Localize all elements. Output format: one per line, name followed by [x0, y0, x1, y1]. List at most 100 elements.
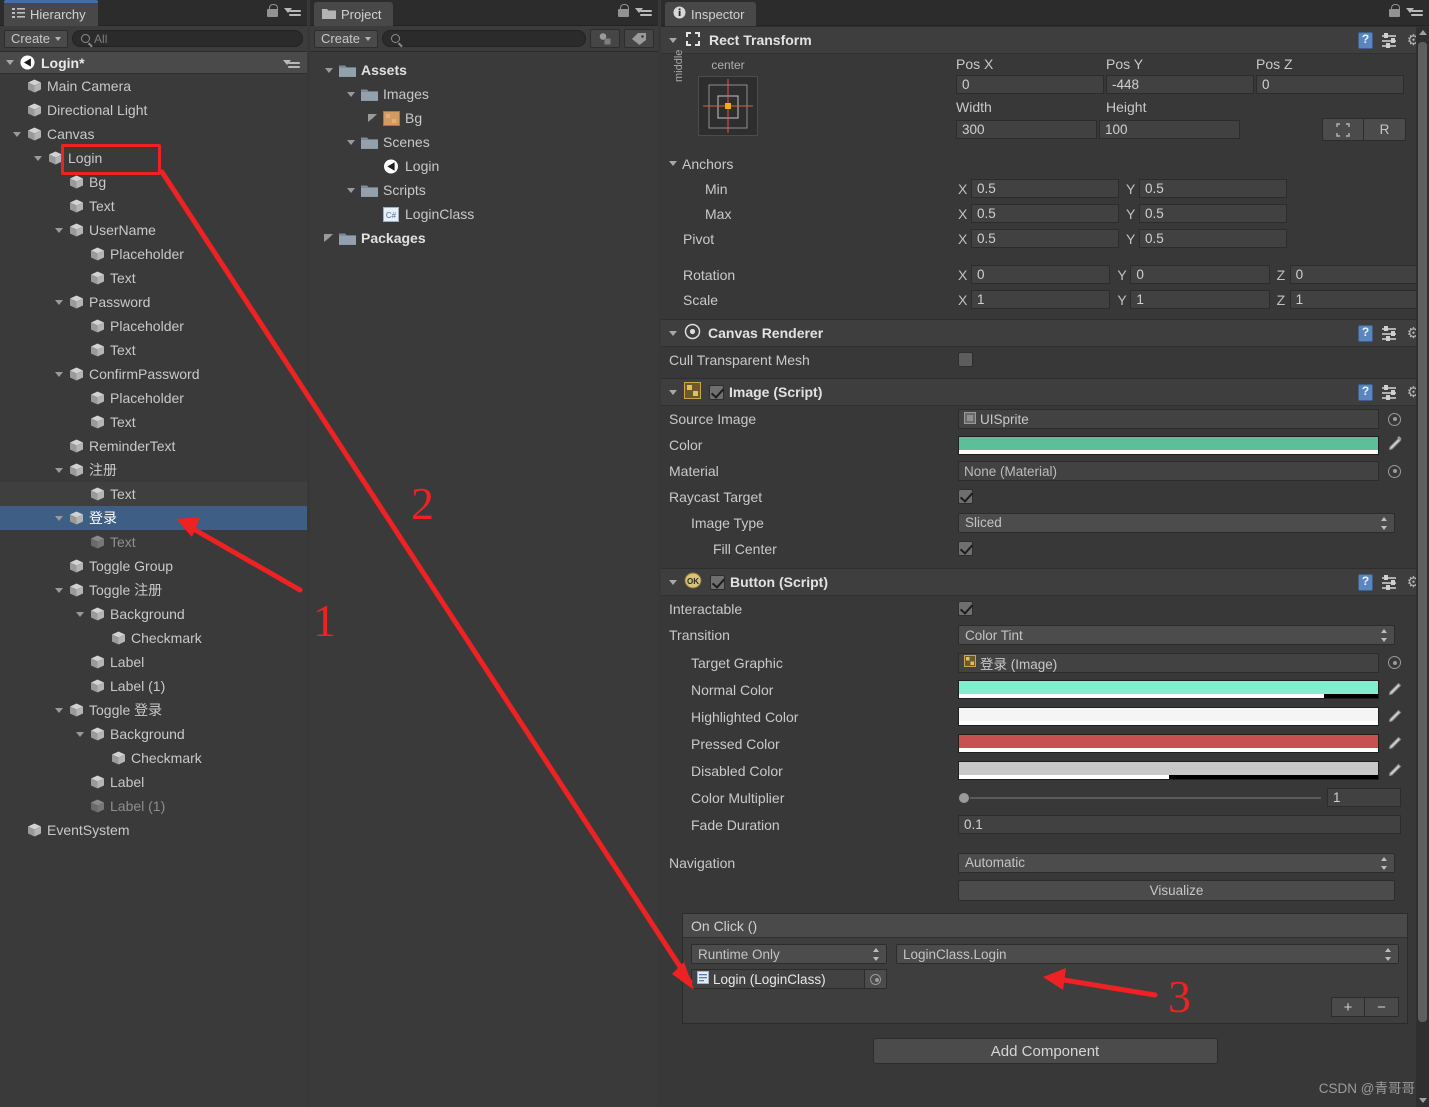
hierarchy-item-登录[interactable]: 登录 [0, 506, 307, 530]
collapse-icon[interactable] [669, 389, 677, 395]
project-search-input[interactable] [382, 30, 586, 47]
inspector-scrollbar[interactable] [1416, 26, 1429, 1107]
project-item-bg[interactable]: Bg [310, 106, 658, 130]
expand-icon[interactable] [53, 587, 64, 593]
hierarchy-item-placeholder[interactable]: Placeholder [0, 314, 307, 338]
hierarchy-item-background[interactable]: Background [0, 602, 307, 626]
button-enabled-checkbox[interactable] [710, 574, 725, 590]
scene-menu-icon[interactable] [283, 56, 300, 69]
project-item-scripts[interactable]: Scripts [310, 178, 658, 202]
rotation-z-input[interactable]: 0 [1289, 265, 1429, 284]
visualize-button[interactable]: Visualize [958, 879, 1395, 901]
project-item-loginclass[interactable]: C# LoginClass [310, 202, 658, 226]
add-component-button[interactable]: Add Component [872, 1038, 1218, 1064]
hierarchy-item-text[interactable]: Text [0, 338, 307, 362]
normal-color-swatch[interactable] [958, 680, 1379, 699]
anchor-max-x-input[interactable]: 0.5 [971, 204, 1119, 223]
hierarchy-item-text[interactable]: Text [0, 482, 307, 506]
expand-icon[interactable] [11, 131, 22, 137]
cull-transparent-mesh-checkbox[interactable] [958, 352, 973, 367]
highlighted-color-swatch[interactable] [958, 707, 1379, 726]
scene-expand-icon[interactable] [6, 60, 14, 65]
eyedropper-icon[interactable] [1386, 735, 1403, 753]
lock-icon[interactable] [267, 4, 278, 17]
expand-icon[interactable] [53, 467, 64, 473]
hierarchy-item-placeholder[interactable]: Placeholder [0, 386, 307, 410]
hierarchy-item-background[interactable]: Background [0, 722, 307, 746]
hierarchy-item-text[interactable]: Text [0, 194, 307, 218]
hierarchy-item-toggle-登录[interactable]: Toggle 登录 [0, 698, 307, 722]
target-graphic-picker-icon[interactable] [1388, 656, 1401, 669]
pos-x-input[interactable]: 0 [956, 75, 1104, 94]
transition-dropdown[interactable]: Color Tint [958, 625, 1395, 645]
eyedropper-icon[interactable] [1386, 762, 1403, 780]
hierarchy-search-input[interactable]: All [72, 30, 303, 47]
preset-icon[interactable] [1382, 385, 1397, 400]
hierarchy-create-button[interactable]: Create [4, 29, 69, 48]
hierarchy-item-canvas[interactable]: Canvas [0, 122, 307, 146]
scene-header[interactable]: Login* [0, 52, 307, 74]
help-icon[interactable] [1358, 384, 1373, 401]
hierarchy-item-toggle-group[interactable]: Toggle Group [0, 554, 307, 578]
hierarchy-menu-icon[interactable] [284, 4, 301, 17]
expand-icon[interactable] [367, 114, 378, 122]
pos-z-input[interactable]: 0 [1256, 75, 1404, 94]
component-header-button-script[interactable]: OK Button (Script) ⚙ [661, 568, 1429, 596]
target-graphic-objectfield[interactable]: 登录 (Image) [958, 652, 1379, 673]
disabled-color-swatch[interactable] [958, 761, 1379, 780]
on-click-object-picker-icon[interactable] [865, 969, 887, 989]
scrollbar-thumb[interactable] [1418, 42, 1427, 1022]
component-header-rect-transform[interactable]: Rect Transform ⚙ [661, 26, 1429, 54]
pressed-color-swatch[interactable] [958, 734, 1379, 753]
lock-icon[interactable] [618, 4, 629, 17]
help-icon[interactable] [1358, 574, 1373, 591]
image-enabled-checkbox[interactable] [709, 384, 724, 400]
on-click-remove-button[interactable]: − [1365, 997, 1399, 1017]
hierarchy-item-checkmark[interactable]: Checkmark [0, 626, 307, 650]
expand-icon[interactable] [53, 227, 64, 233]
scroll-down-icon[interactable] [1419, 1098, 1427, 1103]
component-header-canvas-renderer[interactable]: Canvas Renderer ⚙ [661, 319, 1429, 347]
hierarchy-item-placeholder[interactable]: Placeholder [0, 242, 307, 266]
pos-y-input[interactable]: -448 [1106, 75, 1254, 94]
eyedropper-icon[interactable] [1386, 681, 1403, 699]
expand-icon[interactable] [74, 731, 85, 737]
hierarchy-item-main-camera[interactable]: Main Camera [0, 74, 307, 98]
hierarchy-item-text[interactable]: Text [0, 410, 307, 434]
material-picker-icon[interactable] [1388, 464, 1401, 478]
blueprint-mode-button[interactable] [1322, 118, 1364, 141]
on-click-add-button[interactable]: + [1331, 997, 1365, 1017]
filter-by-type-button[interactable] [590, 29, 620, 48]
project-item-images[interactable]: Images [310, 82, 658, 106]
scale-y-input[interactable]: 1 [1130, 290, 1270, 309]
component-header-image-script[interactable]: Image (Script) ⚙ [661, 378, 1429, 406]
source-image-objectfield[interactable]: UISprite [958, 409, 1379, 429]
raw-edit-button[interactable]: R [1364, 118, 1406, 141]
hierarchy-item-eventsystem[interactable]: EventSystem [0, 818, 307, 842]
inspector-menu-icon[interactable] [1406, 4, 1423, 17]
anchor-min-x-input[interactable]: 0.5 [971, 179, 1119, 198]
hierarchy-item-directional-light[interactable]: Directional Light [0, 98, 307, 122]
hierarchy-item-注册[interactable]: 注册 [0, 458, 307, 482]
color-multiplier-input[interactable]: 1 [1327, 788, 1401, 807]
collapse-icon[interactable] [669, 579, 677, 585]
anchor-preset-widget[interactable] [698, 76, 758, 136]
hierarchy-item-confirmpassword[interactable]: ConfirmPassword [0, 362, 307, 386]
raycast-target-checkbox[interactable] [958, 489, 973, 504]
hierarchy-item-checkmark[interactable]: Checkmark [0, 746, 307, 770]
hierarchy-item-toggle-注册[interactable]: Toggle 注册 [0, 578, 307, 602]
hierarchy-item-password[interactable]: Password [0, 290, 307, 314]
fill-center-checkbox[interactable] [958, 541, 973, 556]
scroll-up-icon[interactable] [1419, 30, 1427, 35]
project-item-assets[interactable]: Assets [310, 58, 658, 82]
expand-icon[interactable] [53, 515, 64, 521]
color-multiplier-slider[interactable] [958, 789, 1321, 807]
lock-icon[interactable] [1389, 4, 1400, 17]
image-color-swatch[interactable] [958, 435, 1379, 455]
project-item-packages[interactable]: Packages [310, 226, 658, 250]
expand-icon[interactable] [323, 234, 334, 242]
hierarchy-item-text[interactable]: Text [0, 266, 307, 290]
anchors-foldout[interactable]: Anchors [661, 151, 1429, 176]
expand-icon[interactable] [53, 707, 64, 713]
hierarchy-item-label--1-[interactable]: Label (1) [0, 794, 307, 818]
